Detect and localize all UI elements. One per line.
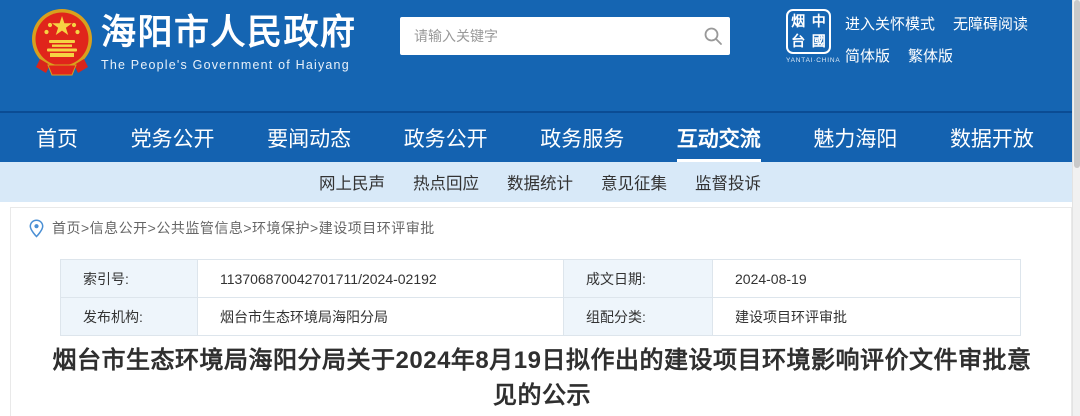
breadcrumb-text[interactable]: 首页>信息公开>公共监管信息>环境保护>建设项目环评审批 <box>52 218 435 238</box>
seal-char: 國 <box>809 32 830 51</box>
nav-item-home[interactable]: 首页 <box>36 113 78 162</box>
seal-char: 台 <box>788 32 809 51</box>
article-title: 烟台市生态环境局海阳分局关于2024年8月19日拟作出的建设项目环境影响评价文件… <box>42 343 1042 413</box>
table-row: 发布机构: 烟台市生态环境局海阳分局 组配分类: 建设项目环评审批 <box>61 298 1021 336</box>
vertical-scrollbar[interactable] <box>1072 0 1080 416</box>
meta-value-issuing-agency: 烟台市生态环境局海阳分局 <box>198 298 564 336</box>
nav-item-gov-affairs[interactable]: 政务公开 <box>404 113 488 162</box>
nav-item-interaction[interactable]: 互动交流 <box>677 113 761 162</box>
subnav-item-data-statistics[interactable]: 数据统计 <box>507 170 573 194</box>
subnav-item-public-voice[interactable]: 网上民声 <box>319 170 385 194</box>
document-meta-table: 索引号: 113706870042701711/2024-02192 成文日期:… <box>60 259 1021 336</box>
nav-item-party-affairs[interactable]: 党务公开 <box>131 113 215 162</box>
simplified-chinese-link[interactable]: 简体版 <box>845 45 890 66</box>
seal-char: 中 <box>809 12 830 31</box>
nav-item-open-data[interactable]: 数据开放 <box>950 113 1034 162</box>
site-header: 海阳市人民政府 The People's Government of Haiya… <box>0 0 1080 111</box>
content-card: 首页>信息公开>公共监管信息>环境保护>建设项目环评审批 索引号: 113706… <box>10 207 1072 416</box>
breadcrumb: 首页>信息公开>公共监管信息>环境保护>建设项目环评审批 <box>29 218 435 238</box>
national-emblem-icon <box>30 7 94 77</box>
subnav-item-supervision-complaints[interactable]: 监督投诉 <box>695 170 761 194</box>
site-title-block: 海阳市人民政府 The People's Government of Haiya… <box>101 13 357 72</box>
care-mode-link[interactable]: 进入关怀模式 <box>845 13 935 34</box>
nav-item-charm-haiyang[interactable]: 魅力海阳 <box>813 113 897 162</box>
seal-caption: YANTAI·CHINA <box>786 57 832 64</box>
search-input[interactable] <box>400 17 696 55</box>
location-pin-icon <box>29 219 44 238</box>
table-row: 索引号: 113706870042701711/2024-02192 成文日期:… <box>61 260 1021 298</box>
nav-item-gov-services[interactable]: 政务服务 <box>540 113 624 162</box>
main-nav: 首页 党务公开 要闻动态 政务公开 政务服务 互动交流 魅力海阳 数据开放 <box>0 111 1080 162</box>
meta-value-index-number: 113706870042701711/2024-02192 <box>198 260 564 298</box>
meta-value-issue-date: 2024-08-19 <box>713 260 1021 298</box>
yantai-china-logo: 烟 中 台 國 YANTAI·CHINA <box>786 9 832 64</box>
yantai-china-seal-icon: 烟 中 台 國 <box>786 9 831 54</box>
nav-item-news[interactable]: 要闻动态 <box>267 113 351 162</box>
accessibility-link[interactable]: 无障碍阅读 <box>953 13 1028 34</box>
header-links: 进入关怀模式 无障碍阅读 简体版 繁体版 <box>845 13 1028 77</box>
scrollbar-thumb[interactable] <box>1074 0 1080 168</box>
search-box <box>400 17 730 55</box>
subnav-item-opinion-collection[interactable]: 意见征集 <box>601 170 667 194</box>
meta-label-category: 组配分类: <box>564 298 713 336</box>
meta-label-issue-date: 成文日期: <box>564 260 713 298</box>
meta-label-issuing-agency: 发布机构: <box>61 298 198 336</box>
site-title-english: The People's Government of Haiyang <box>101 58 357 72</box>
meta-value-category: 建设项目环评审批 <box>713 298 1021 336</box>
sub-nav: 网上民声 热点回应 数据统计 意见征集 监督投诉 <box>0 162 1080 202</box>
subnav-item-hot-responses[interactable]: 热点回应 <box>413 170 479 194</box>
site-title: 海阳市人民政府 <box>101 13 357 53</box>
traditional-chinese-link[interactable]: 繁体版 <box>908 45 953 66</box>
search-icon[interactable] <box>696 17 730 55</box>
seal-char: 烟 <box>788 12 809 31</box>
meta-label-index-number: 索引号: <box>61 260 198 298</box>
